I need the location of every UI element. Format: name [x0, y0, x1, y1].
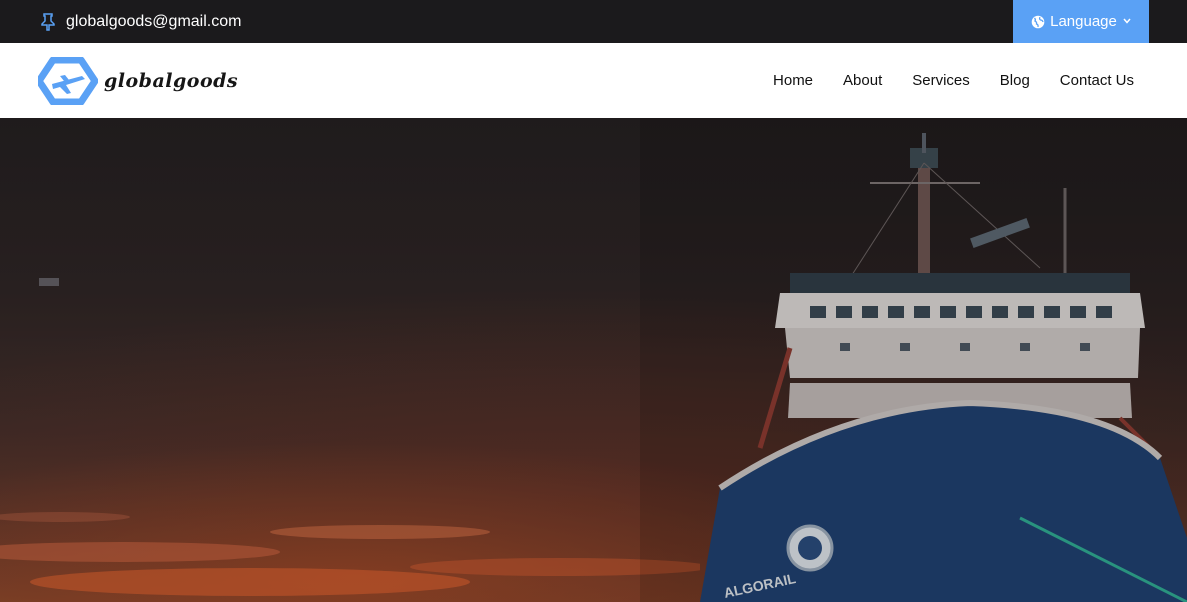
email-text: globalgoods@gmail.com — [66, 12, 242, 30]
brand-name: globalgoods — [104, 70, 239, 92]
language-label: Language — [1050, 13, 1117, 30]
chevron-down-icon — [1123, 16, 1131, 27]
slide-indicator[interactable] — [39, 278, 59, 286]
nav-home[interactable]: Home — [758, 72, 828, 89]
sunset-clouds — [0, 512, 700, 596]
nav-blog[interactable]: Blog — [985, 72, 1045, 89]
globe-icon — [1031, 15, 1045, 28]
main-navbar: globalgoods Home About Services Blog Con… — [0, 43, 1187, 118]
nav-about[interactable]: About — [828, 72, 897, 89]
contact-email[interactable]: globalgoods@gmail.com — [40, 0, 241, 43]
top-bar: globalgoods@gmail.com Language — [0, 0, 1187, 43]
primary-nav: Home About Services Blog Contact Us — [758, 43, 1134, 118]
nav-services[interactable]: Services — [897, 72, 985, 89]
plane-hexagon-logo — [38, 57, 98, 105]
pushpin-icon — [40, 12, 56, 31]
hero-banner: ALGORAIL — [0, 118, 1187, 602]
language-button[interactable]: Language — [1013, 0, 1149, 43]
nav-contact-us[interactable]: Contact Us — [1045, 72, 1134, 89]
cargo-ship-image: ALGORAIL — [640, 118, 1187, 602]
brand-logo[interactable]: globalgoods — [38, 56, 238, 106]
